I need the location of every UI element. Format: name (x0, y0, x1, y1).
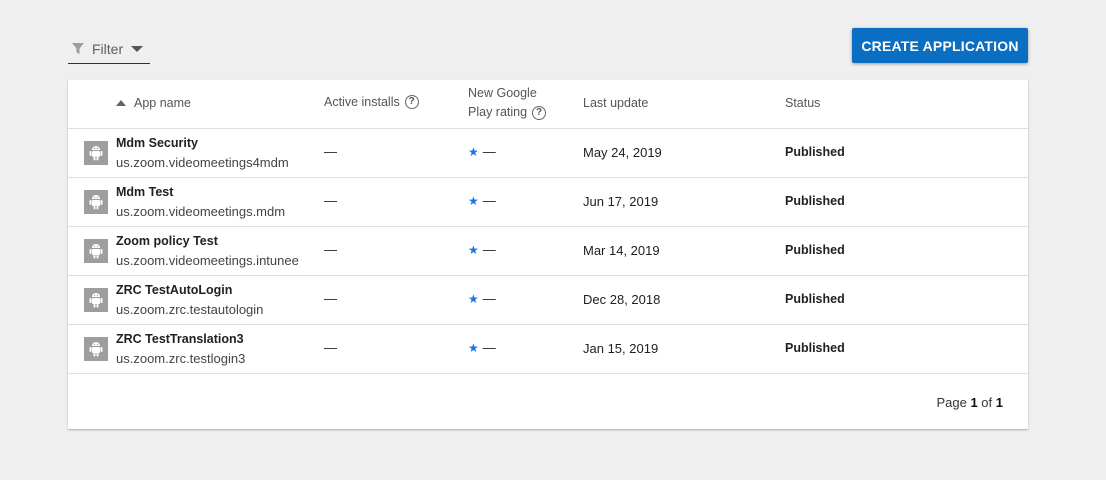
star-icon: ★ (468, 144, 479, 159)
caret-down-icon (131, 45, 144, 52)
rating-value: — (482, 144, 496, 159)
table-row[interactable]: Zoom policy Test us.zoom.videomeetings.i… (68, 227, 1028, 276)
status-value: Published (785, 243, 845, 257)
pagination-current: 1 (970, 395, 978, 410)
status-header-label: Status (785, 96, 821, 110)
table-row[interactable]: ZRC TestTranslation3 us.zoom.zrc.testlog… (68, 325, 1028, 374)
android-icon (84, 190, 108, 214)
last-update-header: Last update (583, 96, 648, 110)
package-name: us.zoom.zrc.testautologin (116, 302, 264, 317)
rating-value: — (482, 193, 496, 208)
create-application-button[interactable]: CREATE APPLICATION (852, 28, 1028, 63)
rating-value: — (482, 291, 496, 306)
help-icon[interactable]: ? (404, 95, 419, 109)
active-installs-value: — (324, 242, 337, 257)
android-icon (84, 288, 108, 312)
star-icon: ★ (468, 242, 479, 257)
android-icon (84, 337, 108, 361)
pagination: Page 1 of 1 (936, 395, 1003, 410)
filter-icon (72, 42, 84, 55)
pagination-total: 1 (995, 395, 1003, 410)
status-header: Status (785, 96, 820, 110)
star-icon: ★ (468, 340, 479, 355)
active-installs-header-label: Active installs (324, 95, 400, 109)
table-row[interactable]: Mdm Security us.zoom.videomeetings4mdm —… (68, 129, 1028, 178)
app-name-header[interactable]: App name (116, 96, 191, 110)
rating-cell: ★ — (468, 144, 496, 159)
active-installs-value: — (324, 144, 337, 159)
sort-ascending-icon (116, 100, 126, 106)
table-header: App name Active installs ? New Google Pl… (68, 80, 1028, 129)
app-name: Mdm Test (116, 185, 174, 199)
status-value: Published (785, 194, 845, 208)
active-installs-value: — (324, 340, 337, 355)
table-row[interactable]: ZRC TestAutoLogin us.zoom.zrc.testautolo… (68, 276, 1028, 325)
help-icon[interactable]: ? (532, 105, 547, 120)
rating-cell: ★ — (468, 340, 496, 355)
package-name: us.zoom.videomeetings.intunee (116, 253, 299, 268)
android-icon (84, 141, 108, 165)
app-name: Mdm Security (116, 136, 198, 150)
rating-cell: ★ — (468, 242, 496, 257)
status-value: Published (785, 292, 845, 306)
rating-value: — (482, 340, 496, 355)
app-name: Zoom policy Test (116, 234, 218, 248)
app-name: ZRC TestAutoLogin (116, 283, 233, 297)
active-installs-header: Active installs ? (324, 95, 419, 109)
applications-table: App name Active installs ? New Google Pl… (68, 80, 1028, 429)
rating-header-line2: Play rating (468, 105, 528, 119)
active-installs-value: — (324, 193, 337, 208)
rating-header: New Google Play rating ? (468, 84, 547, 122)
pagination-prefix: Page (936, 395, 967, 410)
status-value: Published (785, 145, 845, 159)
star-icon: ★ (468, 291, 479, 306)
last-update-value: Jan 15, 2019 (583, 341, 659, 356)
star-icon: ★ (468, 193, 479, 208)
app-name: ZRC TestTranslation3 (116, 332, 244, 346)
rating-header-line1: New Google (468, 86, 537, 100)
pagination-of: of (981, 395, 993, 410)
last-update-value: Dec 28, 2018 (583, 292, 661, 307)
active-installs-value: — (324, 291, 337, 306)
filter-dropdown[interactable]: Filter (68, 34, 150, 64)
rating-cell: ★ — (468, 291, 496, 306)
package-name: us.zoom.videomeetings.mdm (116, 204, 286, 219)
last-update-value: Mar 14, 2019 (583, 243, 660, 258)
table-row[interactable]: Mdm Test us.zoom.videomeetings.mdm — ★ — … (68, 178, 1028, 227)
last-update-value: May 24, 2019 (583, 145, 662, 160)
android-icon (84, 239, 108, 263)
package-name: us.zoom.videomeetings4mdm (116, 155, 289, 170)
status-value: Published (785, 341, 845, 355)
filter-label: Filter (92, 40, 124, 57)
app-name-header-label: App name (134, 96, 191, 110)
package-name: us.zoom.zrc.testlogin3 (116, 351, 246, 366)
last-update-header-label: Last update (583, 96, 649, 110)
rating-value: — (482, 242, 496, 257)
rating-cell: ★ — (468, 193, 496, 208)
last-update-value: Jun 17, 2019 (583, 194, 659, 209)
